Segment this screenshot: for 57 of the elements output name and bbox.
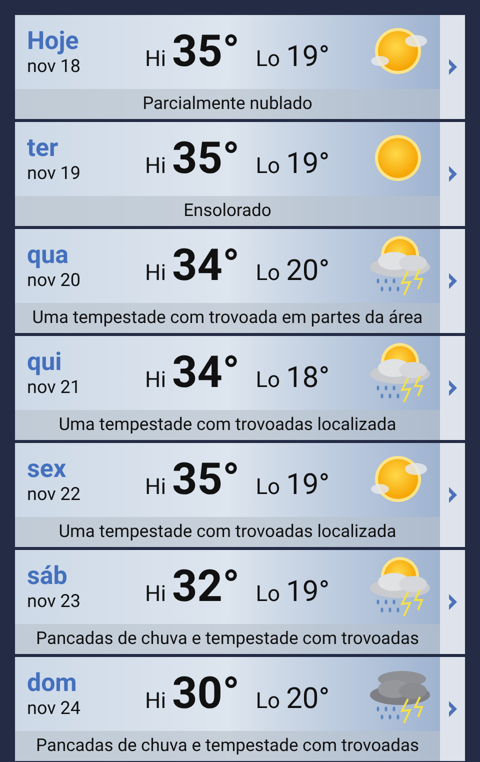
condition-text: Pancadas de chuva e tempestade com trovoadas [36,734,419,758]
day-name: Hoje [27,28,80,54]
low-label: Lo [256,260,280,288]
date-label: nov 23 [27,592,82,610]
low-temperature: 20° [286,684,330,714]
chevron-right-icon[interactable] [448,700,458,718]
high-temperature: 35° [172,28,240,72]
high-label: Hi [145,688,166,716]
high-label: Hi [145,260,166,288]
day-name: sáb [27,564,68,588]
low-label: Lo [256,474,280,502]
high-temperature: 35° [172,136,240,180]
low-temperature: 20° [286,256,330,286]
high-label: Hi [145,46,166,74]
high-temperature: 34° [172,350,240,394]
date-label: nov 21 [27,378,82,396]
low-label: Lo [256,688,280,716]
day-name: dom [27,670,78,696]
high-temperature: 34° [172,242,240,286]
date-label: nov 18 [27,58,82,76]
forecast-card[interactable]: dom nov 24 Hi 30° Lo 20° Pancadas de chuva e tempestade com trovoadas [15,657,440,761]
date-label: nov 24 [27,700,82,718]
low-temperature: 18° [286,364,330,392]
high-label: Hi [145,580,166,608]
chevron-right-icon[interactable] [448,58,458,76]
high-label: Hi [145,152,166,180]
high-label: Hi [145,366,166,394]
day-name: sex [27,456,68,482]
condition-text: Uma tempestade com trovoadas localizada [58,520,396,544]
high-temperature: 32° [172,564,240,608]
day-name: qua [27,242,70,268]
low-temperature: 19° [286,578,330,606]
condition-text: Parcialmente nublado [142,92,312,116]
date-label: nov 19 [27,164,82,182]
low-temperature: 19° [286,42,330,72]
high-label: Hi [145,474,166,502]
chevron-right-icon[interactable] [448,165,458,183]
low-label: Lo [256,580,280,608]
chevron-right-icon[interactable] [448,379,458,397]
condition-text: Uma tempestade com trovoada em partes da área [32,306,423,330]
low-label: Lo [256,46,280,74]
low-label: Lo [256,366,280,394]
day-name: qui [27,350,63,374]
date-label: nov 20 [27,272,82,290]
low-temperature: 19° [286,470,330,500]
chevron-right-icon[interactable] [448,486,458,504]
high-temperature: 30° [172,670,240,714]
chevron-right-icon[interactable] [448,593,458,611]
condition-text: Pancadas de chuva e tempestade com trovoadas [36,628,419,651]
high-temperature: 35° [172,456,240,500]
low-temperature: 19° [286,150,330,178]
low-label: Lo [256,152,280,180]
date-label: nov 22 [27,486,82,504]
condition-text: Uma tempestade com trovoadas localizada [58,414,396,437]
chevron-right-icon[interactable] [448,272,458,290]
condition-text: Ensolorado [184,200,272,223]
day-name: ter [27,136,60,160]
